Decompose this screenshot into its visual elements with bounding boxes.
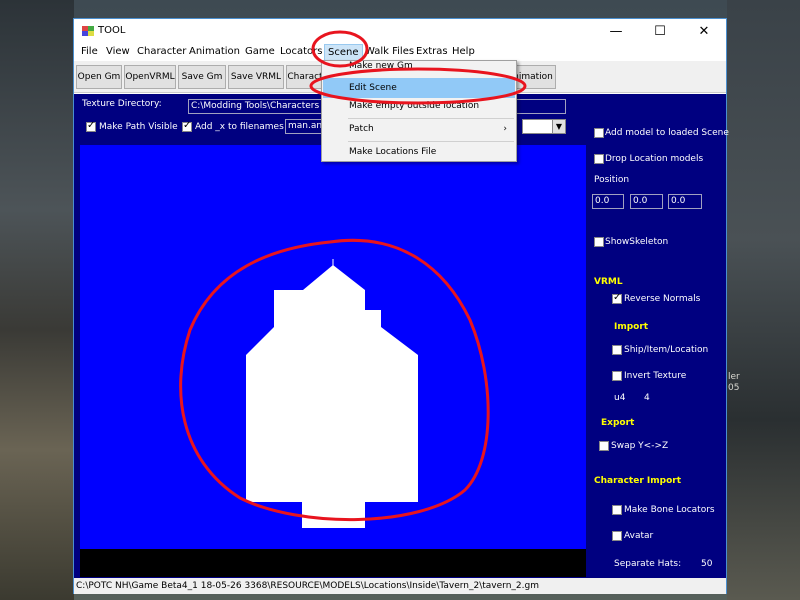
menu-item-make-empty-outside-location[interactable]: Make empty outside location bbox=[323, 96, 515, 116]
app-icon bbox=[82, 26, 94, 36]
model-render bbox=[246, 259, 418, 528]
u-label: u4 bbox=[614, 393, 626, 403]
desktop-background-left bbox=[0, 0, 74, 600]
export-heading: Export bbox=[601, 418, 635, 428]
menu-scene[interactable]: Scene bbox=[324, 44, 363, 61]
scene-dropdown-menu: Make new Gm Edit Scene Make empty outsid… bbox=[321, 60, 517, 162]
invert-texture-checkbox[interactable] bbox=[612, 371, 622, 381]
desktop-background-right bbox=[727, 0, 800, 600]
menu-item-patch-label: Patch bbox=[349, 124, 374, 134]
minimize-button[interactable]: — bbox=[594, 19, 638, 44]
open-vrml-button[interactable]: OpenVRML bbox=[124, 65, 176, 89]
save-vrml-button[interactable]: Save VRML bbox=[228, 65, 284, 89]
make-path-visible-label: Make Path Visible bbox=[99, 122, 178, 132]
maximize-button[interactable]: ☐ bbox=[638, 19, 682, 44]
import-heading: Import bbox=[614, 322, 649, 332]
menu-file[interactable]: File bbox=[78, 46, 101, 57]
add-x-label: Add _x to filenames bbox=[195, 122, 284, 132]
model-silhouette bbox=[246, 265, 418, 528]
menu-game[interactable]: Game bbox=[242, 46, 278, 57]
window-title: TOOL bbox=[98, 25, 126, 36]
ship-item-location-label: Ship/Item/Location bbox=[624, 345, 709, 355]
add-model-checkbox[interactable] bbox=[594, 128, 604, 138]
animation-dropdown[interactable]: ▼ bbox=[522, 119, 566, 134]
menu-walk-files[interactable]: Walk Files bbox=[362, 46, 417, 57]
menu-item-edit-scene[interactable]: Edit Scene bbox=[323, 78, 515, 98]
position-y-field[interactable]: 0.0 bbox=[630, 194, 663, 209]
menu-item-make-locations-file[interactable]: Make Locations File bbox=[323, 142, 515, 162]
show-skeleton-checkbox[interactable] bbox=[594, 237, 604, 247]
character-import-heading: Character Import bbox=[594, 476, 682, 486]
avatar-checkbox[interactable] bbox=[612, 531, 622, 541]
show-skeleton-label: ShowSkeleton bbox=[605, 237, 669, 247]
make-bone-locators-label: Make Bone Locators bbox=[624, 505, 715, 515]
separate-hats-label: Separate Hats: bbox=[614, 559, 682, 569]
add-model-label: Add model to loaded Scene bbox=[605, 128, 729, 138]
viewport-footer bbox=[80, 549, 586, 577]
swap-yz-label: Swap Y<->Z bbox=[611, 441, 669, 451]
drop-location-checkbox[interactable] bbox=[594, 154, 604, 164]
chevron-right-icon: › bbox=[503, 124, 507, 134]
menu-bar: File View Character Animation Game Locat… bbox=[74, 44, 726, 61]
main-panel: Texture Directory: C:\Modding Tools\Char… bbox=[74, 94, 729, 578]
menu-extras[interactable]: Extras bbox=[413, 46, 451, 57]
u-value: 4 bbox=[644, 393, 650, 403]
menu-item-make-new-gm[interactable]: Make new Gm bbox=[323, 61, 515, 75]
add-x-checkbox[interactable] bbox=[182, 120, 192, 132]
menu-animation[interactable]: Animation bbox=[186, 46, 243, 57]
position-z-field[interactable]: 0.0 bbox=[668, 194, 702, 209]
desktop-background-text: ler 05 bbox=[728, 372, 740, 393]
invert-texture-label: Invert Texture bbox=[624, 371, 687, 381]
menu-locators[interactable]: Locators bbox=[277, 46, 326, 57]
animation-file-field[interactable]: man.an bbox=[285, 119, 323, 134]
reverse-normals-checkbox[interactable] bbox=[612, 292, 622, 304]
swap-yz-checkbox[interactable] bbox=[599, 441, 609, 451]
save-gm-button[interactable]: Save Gm bbox=[178, 65, 226, 89]
separate-hats-value: 50 bbox=[701, 559, 713, 569]
3d-viewport[interactable] bbox=[80, 145, 586, 549]
title-bar[interactable]: TOOL — ☐ ✕ bbox=[74, 19, 726, 44]
position-x-field[interactable]: 0.0 bbox=[592, 194, 624, 209]
drop-location-label: Drop Location models bbox=[605, 154, 704, 164]
avatar-label: Avatar bbox=[624, 531, 654, 541]
ship-item-location-checkbox[interactable] bbox=[612, 345, 622, 355]
status-bar: C:\POTC NH\Game Beta4_1 18-05-26 3368\RE… bbox=[74, 578, 726, 594]
menu-help[interactable]: Help bbox=[449, 46, 478, 57]
texture-directory-label: Texture Directory: bbox=[82, 99, 162, 109]
open-gm-button[interactable]: Open Gm bbox=[76, 65, 122, 89]
character-button[interactable]: Charact bbox=[286, 65, 324, 89]
menu-item-patch[interactable]: Patch › bbox=[323, 119, 515, 139]
reverse-normals-label: Reverse Normals bbox=[624, 294, 701, 304]
close-button[interactable]: ✕ bbox=[682, 19, 726, 44]
make-path-visible-checkbox[interactable] bbox=[86, 120, 96, 132]
chevron-down-icon[interactable]: ▼ bbox=[552, 120, 565, 133]
make-bone-locators-checkbox[interactable] bbox=[612, 505, 622, 515]
vrml-heading: VRML bbox=[594, 277, 623, 287]
position-label: Position bbox=[594, 175, 630, 185]
menu-character[interactable]: Character bbox=[134, 46, 189, 57]
menu-view[interactable]: View bbox=[103, 46, 133, 57]
